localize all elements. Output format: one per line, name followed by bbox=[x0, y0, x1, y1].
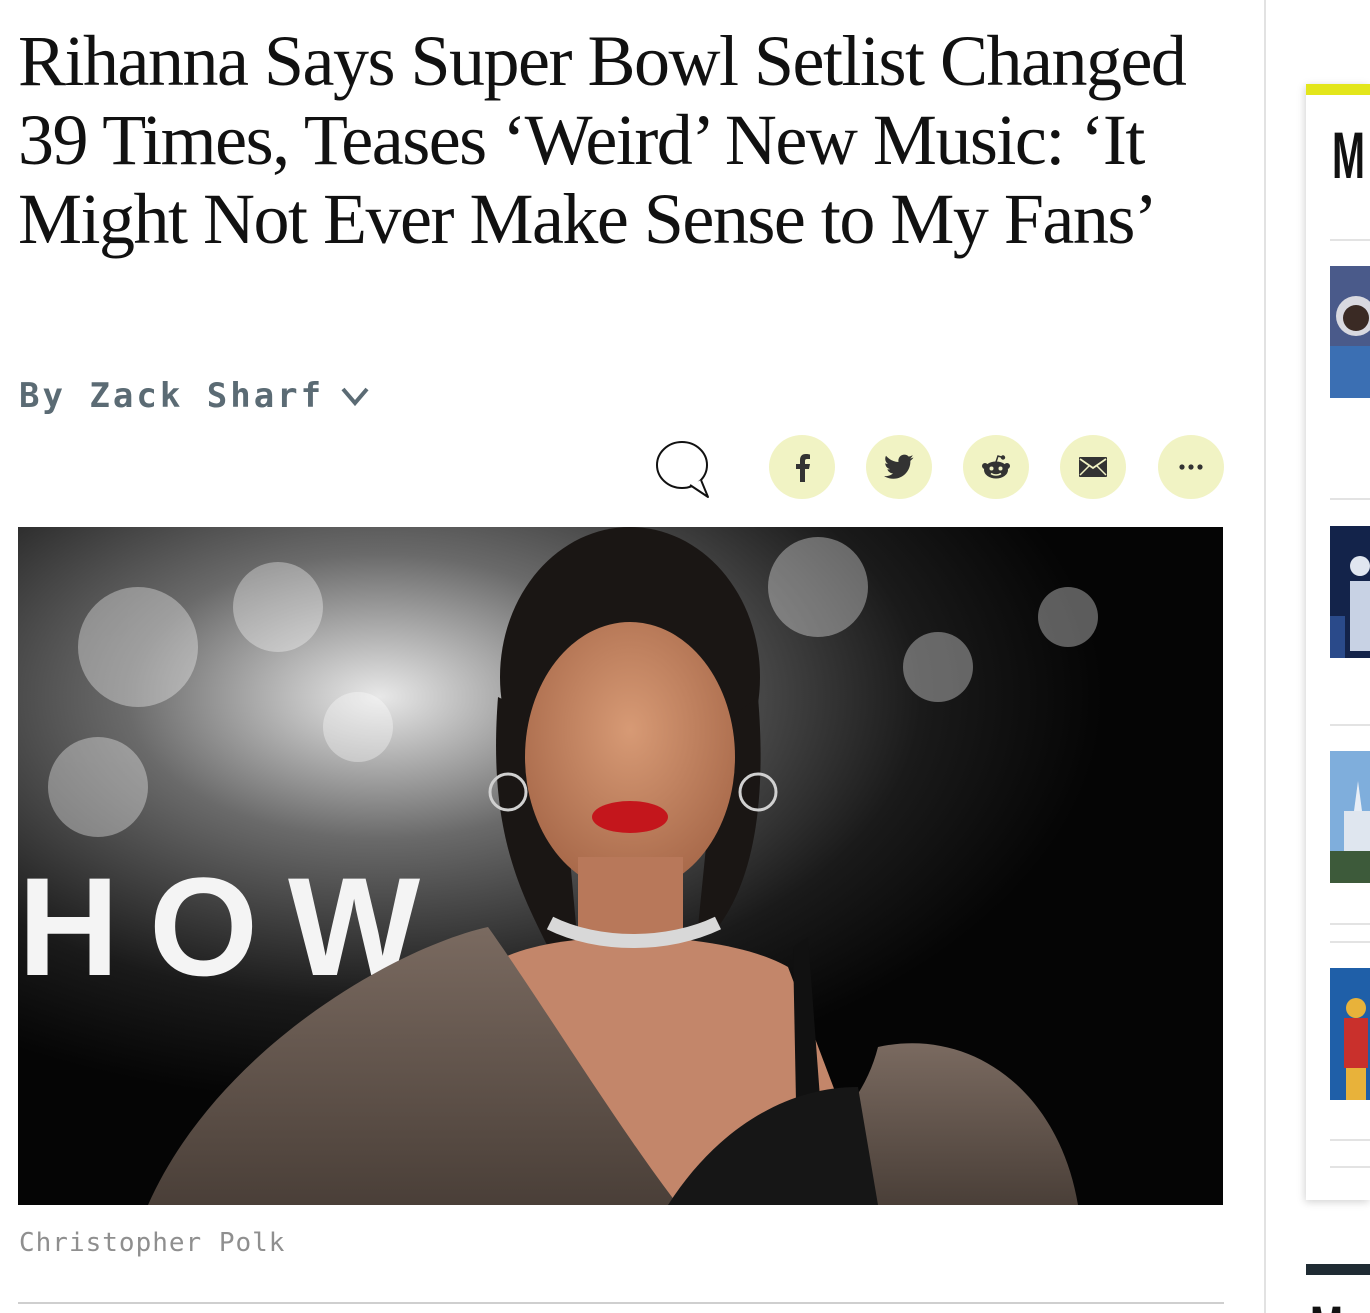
image-credit: Christopher Polk bbox=[19, 1228, 286, 1258]
sidebar-title: M bbox=[1332, 118, 1365, 192]
sidebar-accent-bar bbox=[1306, 84, 1370, 95]
byline-text: By Zack Sharf bbox=[19, 376, 325, 416]
sidebar-section-bar bbox=[1306, 1264, 1370, 1275]
sidebar-item-thumbnail[interactable] bbox=[1330, 968, 1370, 1100]
share-reddit-button[interactable] bbox=[963, 435, 1029, 499]
chevron-down-icon bbox=[341, 387, 369, 407]
share-email-button[interactable] bbox=[1060, 435, 1126, 499]
sidebar-divider bbox=[1330, 498, 1370, 500]
email-icon bbox=[1079, 457, 1107, 477]
sidebar-divider bbox=[1330, 1139, 1370, 1141]
reddit-icon bbox=[982, 455, 1010, 479]
sidebar-item-thumbnail[interactable] bbox=[1330, 751, 1370, 883]
sidebar-most-popular: M bbox=[1306, 84, 1370, 1200]
sidebar-divider bbox=[1330, 923, 1370, 925]
twitter-icon bbox=[884, 454, 914, 479]
author-byline[interactable]: By Zack Sharf bbox=[19, 372, 370, 420]
sidebar-second-title-text: M bbox=[1310, 1294, 1346, 1313]
article-main: Rihanna Says Super Bowl Setlist Changed … bbox=[0, 0, 1265, 1313]
sidebar-second-title: M bbox=[1306, 1294, 1370, 1313]
facebook-icon bbox=[796, 454, 810, 482]
hero-image: HOW bbox=[18, 527, 1223, 1205]
sidebar-divider bbox=[1330, 239, 1370, 241]
section-divider bbox=[18, 1302, 1224, 1304]
share-twitter-button[interactable] bbox=[866, 435, 932, 499]
sidebar-divider bbox=[1330, 1166, 1370, 1168]
sidebar-divider bbox=[1330, 724, 1370, 726]
sidebar-item-thumbnail[interactable] bbox=[1330, 526, 1370, 658]
sidebar-divider bbox=[1330, 941, 1370, 943]
more-icon bbox=[1179, 464, 1203, 470]
comment-icon[interactable] bbox=[654, 438, 714, 500]
share-more-button[interactable] bbox=[1158, 435, 1224, 499]
column-divider bbox=[1264, 0, 1266, 1313]
sidebar-item-thumbnail[interactable] bbox=[1330, 266, 1370, 398]
share-facebook-button[interactable] bbox=[769, 435, 835, 499]
article-headline: Rihanna Says Super Bowl Setlist Changed … bbox=[18, 21, 1187, 259]
